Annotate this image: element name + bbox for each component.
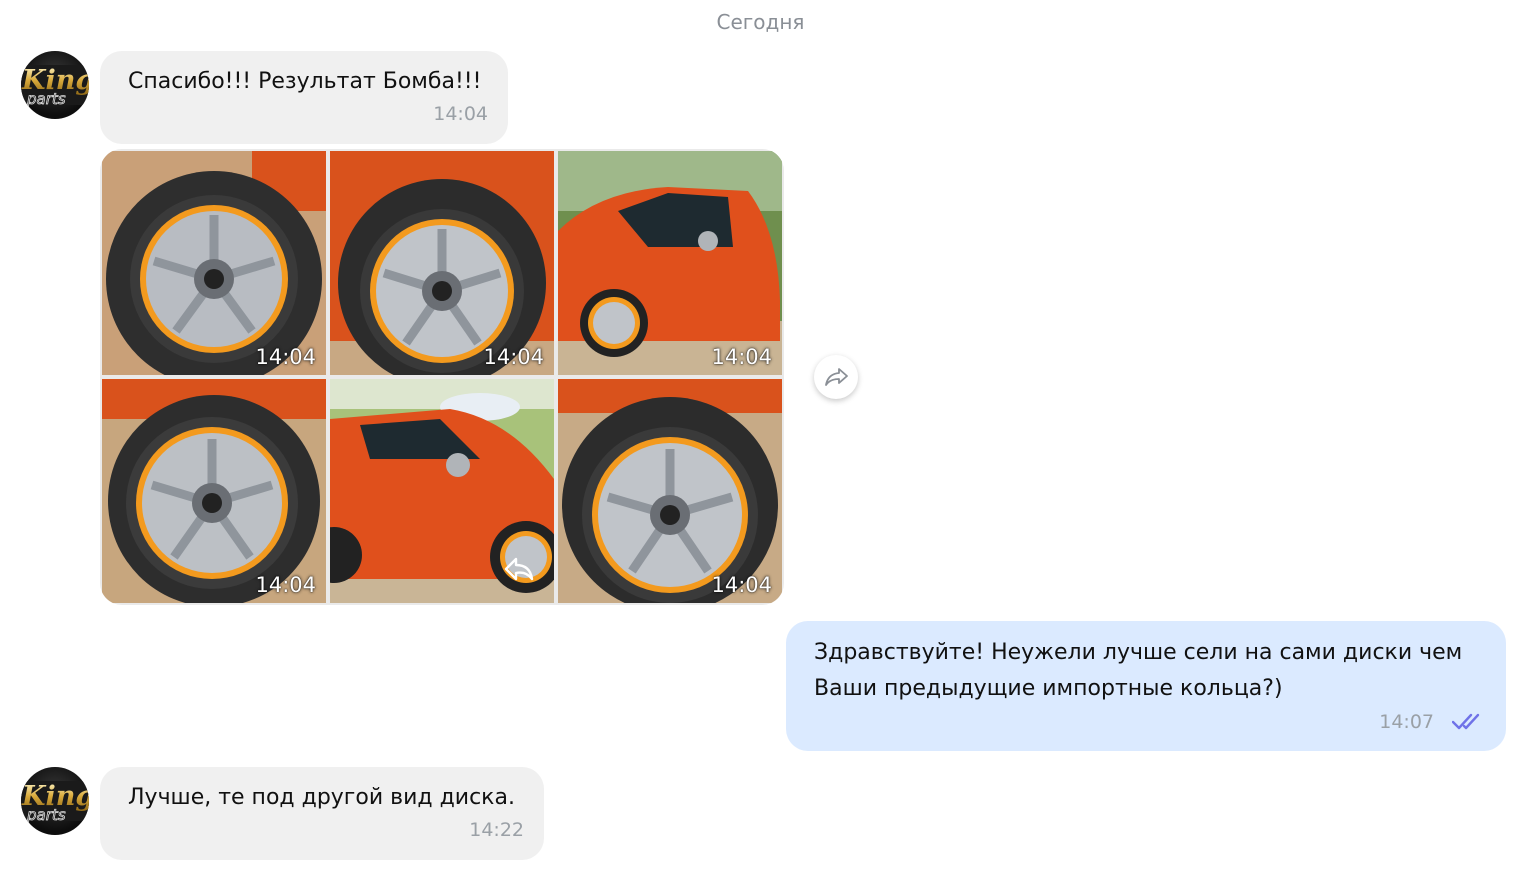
forward-icon [825, 368, 848, 386]
photo-thumbnail[interactable] [330, 379, 554, 603]
message-time: 14:04 [433, 103, 488, 125]
incoming-message-bubble[interactable]: Спасибо!!! Результат Бомба!!! 14:04 [100, 51, 508, 144]
incoming-message-bubble[interactable]: Лучше, те под другой вид диска. 14:22 [100, 767, 544, 860]
sender-avatar[interactable]: King parts [21, 51, 89, 119]
message-text-line: Ваши предыдущие импортные кольца?) [814, 676, 1283, 701]
forward-button[interactable] [814, 355, 858, 399]
photo-thumbnail[interactable]: 14:04 [330, 151, 554, 375]
photo-time: 14:04 [255, 345, 316, 369]
photo-thumbnail[interactable]: 14:04 [558, 379, 782, 603]
photo-time: 14:04 [483, 345, 544, 369]
message-text: Лучше, те под другой вид диска. [128, 785, 515, 810]
message-text: Спасибо!!! Результат Бомба!!! [128, 69, 482, 94]
photo-thumbnail[interactable]: 14:04 [558, 151, 782, 375]
read-double-check-icon [1452, 713, 1480, 730]
message-text-line: Здравствуйте! Неужели лучше сели на сами… [814, 640, 1463, 665]
date-separator: Сегодня [716, 10, 805, 34]
photo-album: 14:04 14:04 14:04 14:04 14:04 [100, 149, 784, 605]
photo-thumbnail[interactable]: 14:04 [102, 379, 326, 603]
avatar-logo-subtext: parts [26, 806, 66, 824]
sender-avatar[interactable]: King parts [21, 767, 89, 835]
outgoing-message-bubble[interactable]: Здравствуйте! Неужели лучше сели на сами… [786, 621, 1506, 751]
avatar-logo-subtext: parts [26, 90, 66, 108]
photo-time: 14:04 [255, 573, 316, 597]
message-time: 14:22 [469, 819, 524, 841]
photo-time: 14:04 [711, 573, 772, 597]
reply-icon[interactable] [502, 555, 536, 583]
photo-time: 14:04 [711, 345, 772, 369]
photo-thumbnail[interactable]: 14:04 [102, 151, 326, 375]
message-time: 14:07 [1379, 711, 1434, 733]
